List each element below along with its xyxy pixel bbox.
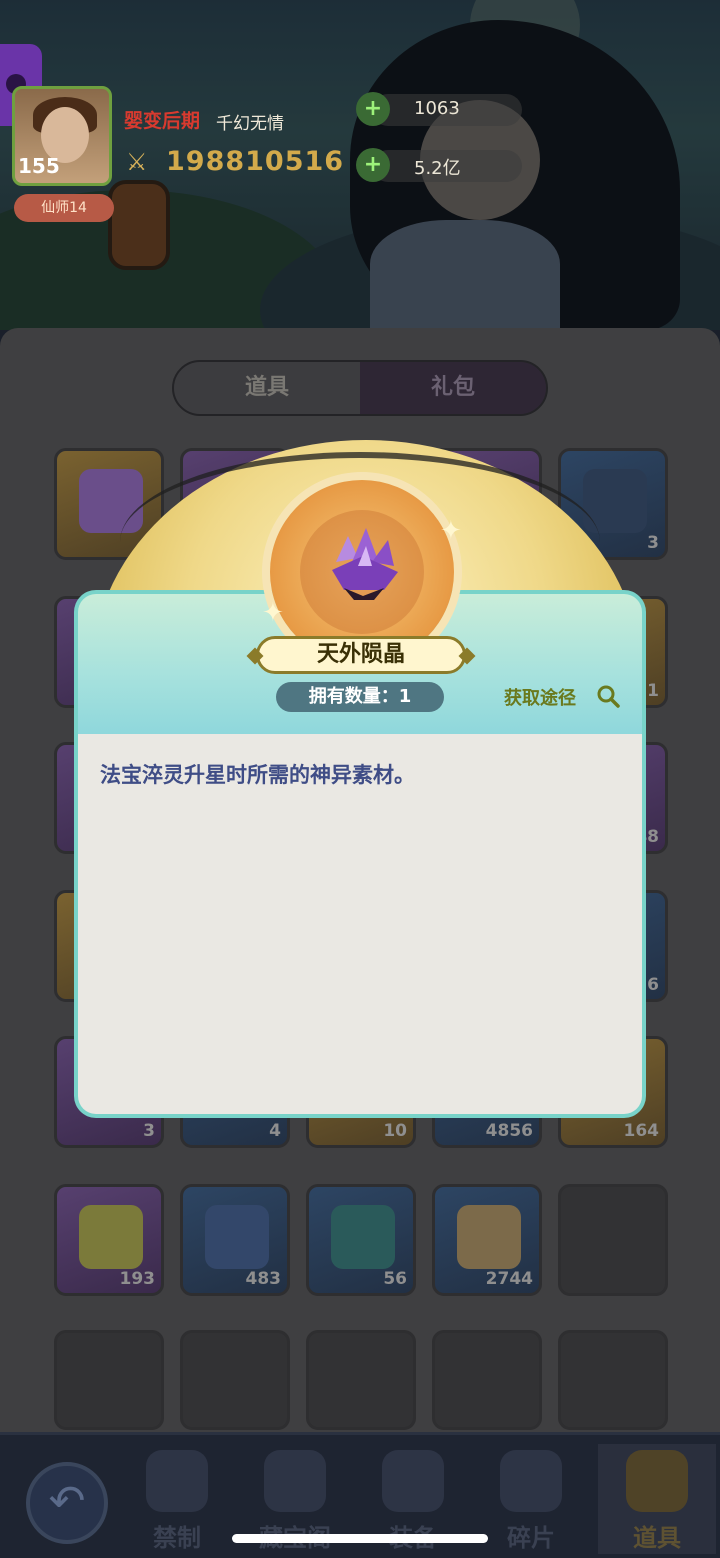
purple-crystal-icon [332, 528, 398, 600]
sparkle-icon: ✦ [440, 516, 462, 546]
owned-count: 拥有数量：1 [276, 682, 444, 712]
magnifier-icon[interactable] [596, 684, 620, 708]
sparkle-icon: ✦ [262, 598, 284, 628]
acquisition-source-link[interactable]: 获取途径 [504, 684, 576, 710]
item-description-box [74, 734, 646, 1118]
item-name-plate: 天外陨晶 [256, 636, 466, 674]
item-description: 法宝淬灵升星时所需的神异素材。 [100, 763, 415, 787]
